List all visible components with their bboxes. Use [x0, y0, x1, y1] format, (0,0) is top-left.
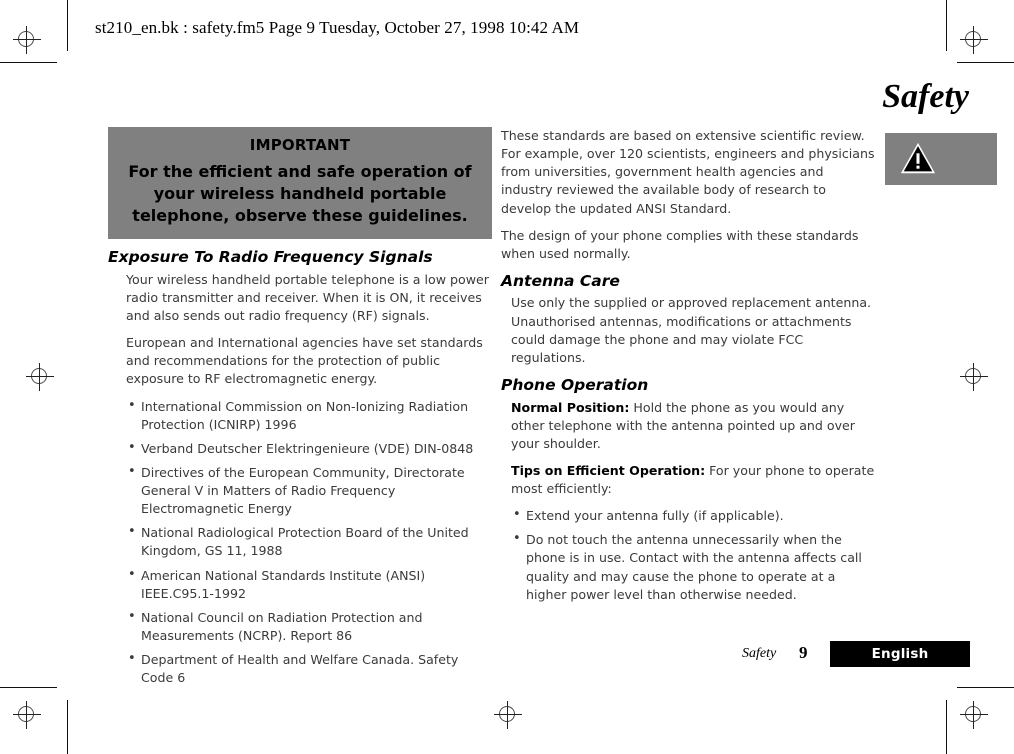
crop-mark-top-right-horizontal [957, 62, 1014, 63]
list-item: Department of Health and Welfare Canada.… [126, 650, 492, 687]
paragraph-standards-review: These standards are based on extensive s… [501, 128, 875, 216]
list-item: Do not touch the antenna unnecessarily w… [511, 530, 879, 604]
crop-mark-bottom-right-vertical [946, 700, 947, 754]
crop-mark-bottom-right-horizontal [957, 687, 1014, 688]
paragraph-antenna-care: Use only the supplied or approved replac… [511, 295, 872, 365]
important-body-text: For the efficient and safe operation of … [128, 162, 472, 226]
registration-mark-left-middle [25, 362, 55, 392]
registration-mark-top-left [12, 25, 42, 55]
registration-mark-top-right [959, 25, 989, 55]
label-normal-position: Normal Position: [511, 399, 630, 415]
registration-mark-bottom-right [959, 700, 989, 730]
footer-section-name: Safety [742, 646, 777, 661]
list-item: Directives of the European Community, Di… [126, 463, 492, 518]
list-item: American National Standards Institute (A… [126, 566, 492, 603]
crop-mark-bottom-left-horizontal [0, 687, 57, 688]
paragraph-tips-efficient-operation: Tips on Efficient Operation: For your ph… [501, 462, 879, 498]
label-tips-efficient-operation: Tips on Efficient Operation: [511, 462, 706, 478]
registration-mark-bottom-center [493, 700, 523, 730]
crop-mark-top-left-horizontal [0, 62, 57, 63]
paragraph-rf-signals-2: European and International agencies have… [126, 335, 483, 387]
registration-mark-bottom-left [12, 700, 42, 730]
crop-mark-top-right-vertical [946, 0, 947, 51]
page-footer: Safety 9 English [742, 641, 974, 667]
crop-mark-bottom-left-vertical [67, 700, 68, 754]
paragraph-design-complies: The design of your phone complies with t… [501, 227, 859, 261]
efficiency-tips-bullet-list: Extend your antenna fully (if applicable… [501, 506, 879, 604]
list-item: National Council on Radiation Protection… [126, 608, 492, 645]
right-column: These standards are based on extensive s… [501, 127, 879, 610]
warning-icon-panel [885, 133, 997, 185]
standards-bullet-list: International Commission on Non-Ionizing… [108, 397, 492, 688]
registration-mark-right-middle [959, 362, 989, 392]
footer-language-badge: English [830, 641, 970, 667]
crop-mark-top-left-vertical [67, 0, 68, 51]
page-title: Safety [882, 78, 969, 115]
important-heading: IMPORTANT [249, 136, 351, 154]
list-item: National Radiological Protection Board o… [126, 523, 492, 560]
paragraph-normal-position: Normal Position: Hold the phone as you w… [501, 399, 879, 453]
list-item: Extend your antenna fully (if applicable… [511, 506, 879, 525]
list-item: Verband Deutscher Elektringenieure (VDE)… [126, 439, 492, 458]
heading-phone-operation: Phone Operation [501, 375, 649, 394]
warning-triangle-icon [900, 142, 936, 174]
heading-exposure-to-radio-frequency-signals: Exposure To Radio Frequency Signals [108, 248, 433, 267]
important-callout-box: IMPORTANT For the efficient and safe ope… [108, 127, 492, 240]
paragraph-rf-signals-1: Your wireless handheld portable telephon… [126, 271, 489, 324]
footer-page-number: 9 [799, 643, 808, 662]
page-header-line: st210_en.bk : safety.fm5 Page 9 Tuesday,… [95, 18, 580, 37]
heading-antenna-care: Antenna Care [501, 271, 620, 290]
list-item: International Commission on Non-Ionizing… [126, 397, 492, 434]
left-column: IMPORTANT For the efficient and safe ope… [108, 127, 492, 693]
